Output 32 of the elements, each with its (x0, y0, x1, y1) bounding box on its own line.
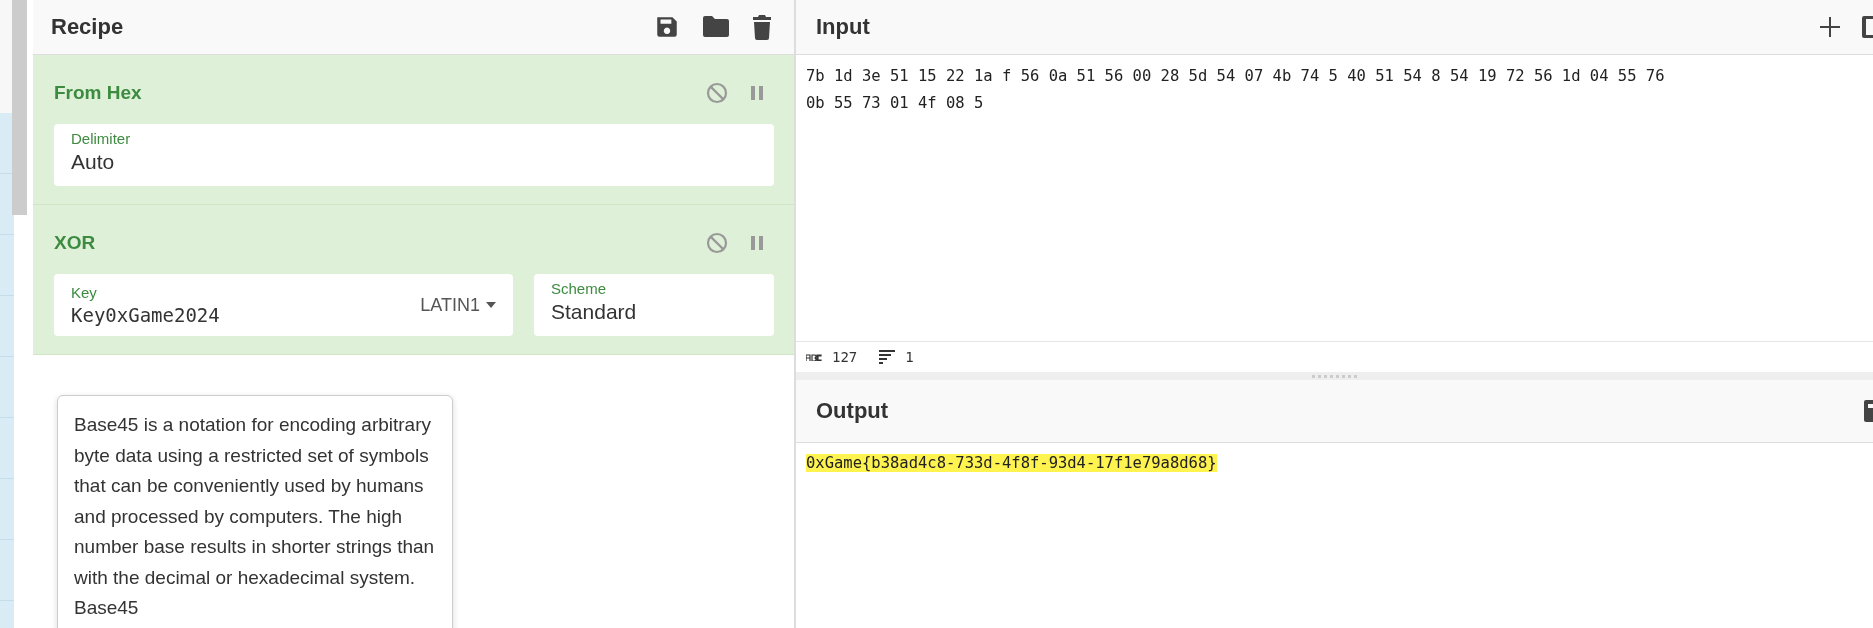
line-count: 1 (905, 349, 914, 365)
output-title: Output (816, 398, 889, 424)
text-field[interactable]: Scheme Standard (534, 274, 774, 336)
text-length: 127 (832, 349, 858, 365)
input-textarea[interactable]: 7b 1d 3e 51 15 22 1a f 56 0a 51 56 00 28 5d 54 07 4b 74 5 40 51 54 8 54 19 72 56 1d 04 55 76 0b 55 73 01 4f 08 5 (796, 55, 1873, 341)
save-icon[interactable] (1863, 399, 1873, 423)
field-value: Standard (551, 300, 638, 324)
plus-icon[interactable] (1819, 16, 1841, 38)
text-field[interactable]: Delimiter Auto (54, 124, 774, 186)
field-label: Scheme (551, 280, 608, 297)
field-value: Auto (71, 150, 116, 174)
input-title: Input (816, 14, 870, 40)
lines-icon (879, 350, 896, 364)
field-value: Key0xGame2024 (71, 304, 220, 326)
operation-name: From Hex (54, 82, 142, 104)
save-icon[interactable] (654, 14, 680, 40)
caret-icon (486, 302, 496, 308)
operation-name: XOR (54, 232, 96, 254)
field-label: Key (71, 284, 98, 301)
key-field[interactable]: Key Key0xGame2024 LATIN1 (54, 274, 513, 336)
input-text: 7b 1d 3e 51 15 22 1a f 56 0a 51 56 00 28 5d 54 07 4b 74 5 40 51 54 8 54 19 72 56 1d 04 55 76 0b 55 73 01 4f 08 5 (806, 67, 1665, 112)
folder-icon[interactable] (702, 15, 730, 39)
tooltip-text: Base45 is a notation for encoding arbitrary byte data using a restricted set of symbols that can be conveniently used by humans and processed by computers. The high number base results in shorter strings than with the decimal or hexadecimal system. Base45 (74, 414, 435, 618)
resize-handle[interactable] (1311, 374, 1358, 378)
encoding-dropdown[interactable]: LATIN1 (420, 294, 496, 316)
recipe-title: Recipe (51, 14, 124, 40)
output-text: 0xGame{b38ad4c8-733d-4f8f-93d4-17f1e79a8d68} (806, 454, 1217, 472)
scrollbar[interactable] (12, 0, 27, 215)
window-icon[interactable] (1861, 15, 1873, 39)
trash-icon[interactable] (752, 14, 772, 40)
text-length-icon (806, 353, 822, 361)
field-label: Delimiter (71, 130, 132, 147)
